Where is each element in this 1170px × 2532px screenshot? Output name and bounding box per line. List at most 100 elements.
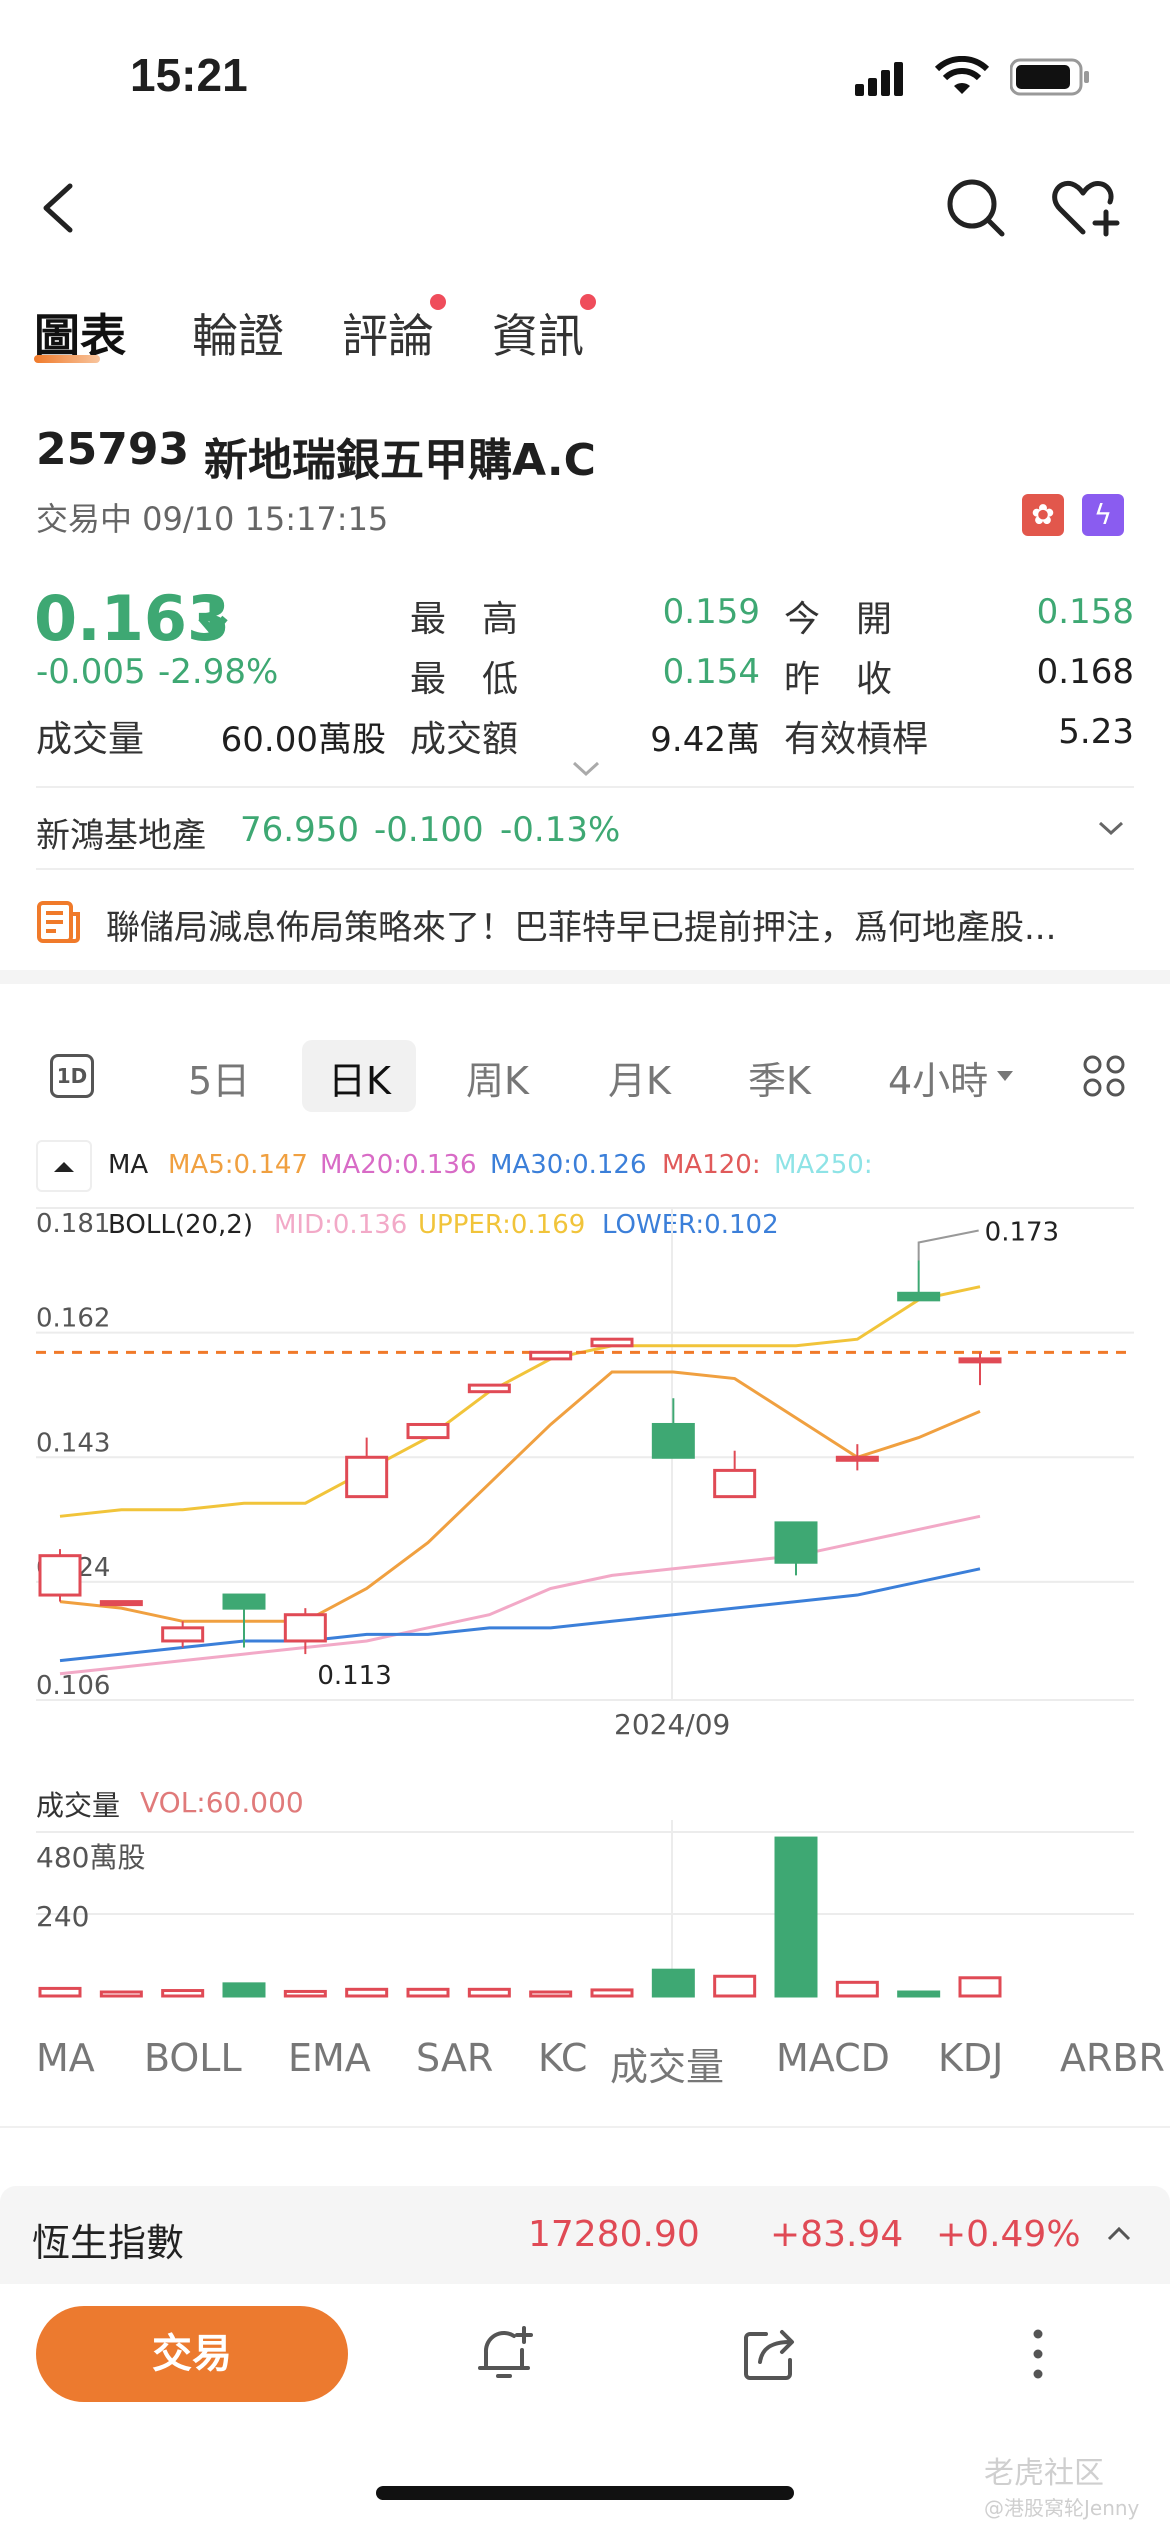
volume-bar [467,1987,511,1998]
volume-bar [38,1986,82,1998]
volume-section-label: 成交量 [36,1789,121,1822]
news-headline[interactable]: 聯儲局減息佈局策略來了！巴菲特早已提前押注，爲何地產股... [106,900,1146,949]
volume-bar [835,1980,879,1998]
index-price: 17280.90 [528,2214,700,2255]
range-tab-quarterly[interactable]: 季K [748,1050,811,1105]
candle-body [406,1422,450,1440]
high-value: 0.159 [662,592,760,632]
underlying-change: -0.100 [374,810,484,850]
candlestick-chart[interactable]: 0.1810.1620.1430.1240.1060.1730.113 [0,1200,1170,1740]
indicator-tab-ma[interactable]: MA [36,2036,95,2080]
ma120-legend: MA120: [662,1150,761,1180]
volume-bar [590,1988,634,1998]
tab-comments[interactable]: 評論 [342,300,434,366]
candle-body [283,1613,327,1643]
indicator-tab-volume[interactable]: 成交量 [610,2036,724,2091]
prev-close-label: 昨 收 [784,659,893,700]
indicator-tab-kc[interactable]: KC [538,2036,586,2080]
volume-chart[interactable] [0,1820,1170,2000]
candle-body [651,1422,695,1459]
underlying-price: 76.950 [240,810,359,850]
candle-body [222,1593,266,1610]
section-separator [0,970,1170,984]
trading-status: 交易中 09/10 15:17:15 [36,500,389,538]
high-annotation: 0.173 [985,1217,1059,1247]
candle-body [835,1455,879,1462]
open-value: 0.158 [1036,592,1134,632]
ma-legend-label: MA [108,1150,149,1180]
volume-label: 成交量 [36,719,145,760]
more-options-icon[interactable] [1018,2322,1058,2386]
volume-bar [651,1968,695,1998]
volume-bar [99,1990,143,1998]
leverage-label: 有效槓桿 [784,719,929,760]
watermark-logo: 老虎社区 [984,2448,1104,2492]
favorite-add-icon[interactable] [1050,176,1122,240]
underlying-change-pct: -0.13% [500,810,621,850]
y-tick-label: 0.106 [36,1671,110,1701]
news-icon [36,900,82,944]
volume-bar [222,1982,266,1998]
ma250-legend: MA250: [774,1150,873,1180]
ma20-legend: MA20:0.136 [320,1150,477,1180]
series-line-upper [59,1285,981,1518]
low-annotation: 0.113 [317,1661,391,1691]
news-notification-dot [580,294,596,310]
hk-market-icon: ✿ [1022,494,1064,536]
x-axis-date: 2024/09 [614,1708,731,1741]
indicator-tab-arbr[interactable]: ARBR [1060,2036,1170,2080]
tab-news[interactable]: 資訊 [492,300,584,366]
price-alert-icon[interactable] [474,2322,538,2386]
open-label: 今 開 [784,599,893,640]
index-change: +83.94 [770,2214,904,2255]
turnover-label: 成交額 [410,719,519,760]
index-bar[interactable]: 恆生指數 17280.90 +83.94 +0.49% [0,2186,1170,2284]
stock-code: 25793 [36,424,190,475]
collapse-legend-button[interactable] [36,1140,92,1192]
expand-stats-icon[interactable] [570,758,602,780]
back-icon[interactable] [34,178,84,238]
y-tick-label: 0.181 [36,1209,110,1239]
range-tab-monthly[interactable]: 月K [608,1050,671,1105]
candle-body [161,1626,205,1643]
series-line-mid [59,1514,981,1676]
range-tab-weekly[interactable]: 周K [466,1050,529,1105]
high-annotation-line [917,1229,979,1261]
volume-bar [406,1987,450,1998]
candle-body [774,1521,818,1564]
series-line-ma5 [59,1370,981,1623]
stock-name: 新地瑞銀五甲購A.C [204,435,596,486]
indicator-tab-ema[interactable]: EMA [288,2036,371,2080]
y-tick-label: 0.162 [36,1304,110,1334]
volume-bar [958,1976,1002,1998]
share-icon[interactable] [738,2322,802,2386]
watermark-brand: 老虎社区 [984,2456,1104,2491]
high-label: 最 高 [410,599,519,640]
volume-bar [345,1987,389,1998]
underlying-row[interactable]: 新鴻基地產 76.950 -0.100 -0.13% [0,786,1170,870]
range-tab-5d[interactable]: 5日 [188,1050,250,1105]
range-tab-4hour[interactable]: 4小時 [888,1050,988,1105]
search-icon[interactable] [944,176,1008,240]
tab-warrants[interactable]: 輪證 [192,300,284,366]
dropdown-caret-icon [996,1068,1014,1082]
indicator-tab-kdj[interactable]: KDJ [938,2036,1003,2080]
index-name: 恆生指數 [32,2221,185,2265]
candle-body [713,1468,757,1499]
indicator-tab-sar[interactable]: SAR [416,2036,493,2080]
candle-body [99,1600,143,1607]
candle-body [467,1383,511,1394]
volume-bar [529,1990,573,1998]
divider [36,786,1134,788]
range-tab-daily[interactable]: 日K [328,1050,391,1105]
low-value: 0.154 [662,652,760,692]
candle-body [345,1455,389,1499]
signal-icon [855,58,915,98]
indicator-tab-boll[interactable]: BOLL [144,2036,242,2080]
trade-button[interactable]: 交易 [36,2306,348,2402]
home-indicator [376,2486,794,2500]
intraday-icon[interactable]: 1D [50,1054,94,1098]
grid-layout-icon[interactable] [1082,1054,1126,1098]
indicator-tab-macd[interactable]: MACD [776,2036,890,2080]
volume-bar [713,1974,757,1998]
